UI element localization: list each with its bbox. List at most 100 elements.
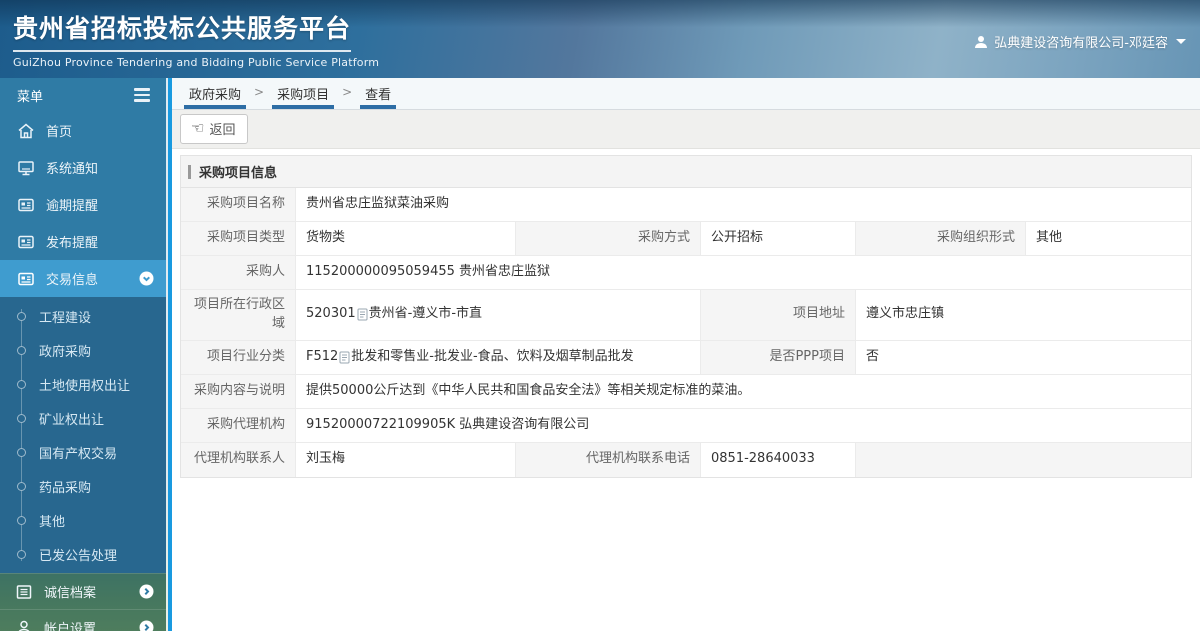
card-icon bbox=[17, 233, 35, 251]
app-header: 贵州省招标投标公共服务平台 GuiZhou Province Tendering… bbox=[0, 0, 1200, 78]
sidebar-item-overdue-reminder[interactable]: 逾期提醒 bbox=[0, 186, 166, 223]
table-row: 采购内容与说明 提供50000公斤达到《中华人民共和国食品安全法》等相关规定标准… bbox=[181, 374, 1191, 409]
field-value-industry-category: F512 批发和零售业-批发业-食品、饮料及烟草制品批发 bbox=[296, 340, 701, 374]
menu-title: 菜单 bbox=[17, 89, 44, 105]
user-icon bbox=[974, 35, 988, 49]
submenu-label: 其他 bbox=[39, 514, 66, 530]
field-label-project-address: 项目地址 bbox=[701, 290, 856, 340]
user-menu[interactable]: 弘典建设咨询有限公司-邓廷容 bbox=[974, 32, 1186, 51]
back-button-label: 返回 bbox=[209, 122, 236, 137]
breadcrumb: 政府采购 > 采购项目 > 查看 bbox=[172, 78, 1200, 110]
sidebar-item-transaction-info[interactable]: 交易信息 bbox=[0, 260, 166, 297]
table-row: 采购人 115200000095059455 贵州省忠庄监狱 bbox=[181, 256, 1191, 290]
field-label-purchaser: 采购人 bbox=[181, 256, 296, 289]
sidebar-item-label: 交易信息 bbox=[46, 273, 99, 288]
table-row: 项目行业分类 F512 批发和零售业-批发业-食品、饮料及烟草制品批发 是否PP… bbox=[181, 340, 1191, 375]
field-label-organization-form: 采购组织形式 bbox=[856, 222, 1026, 255]
submenu-item-mining-rights[interactable]: 矿业权出让 bbox=[0, 401, 166, 435]
submenu-label: 土地使用权出让 bbox=[39, 378, 131, 394]
field-value-content-description: 提供50000公斤达到《中华人民共和国食品安全法》等相关规定标准的菜油。 bbox=[296, 374, 1191, 408]
sidebar-item-label: 首页 bbox=[46, 125, 73, 140]
sidebar-item-notifications[interactable]: 系统通知 bbox=[0, 149, 166, 186]
sidebar-item-home[interactable]: 首页 bbox=[0, 112, 166, 149]
submenu-label: 药品采购 bbox=[39, 480, 92, 496]
submenu-item-published-notices[interactable]: 已发公告处理 bbox=[0, 537, 166, 571]
sidebar-item-publish-reminder[interactable]: 发布提醒 bbox=[0, 223, 166, 260]
sidebar-item-label: 系统通知 bbox=[46, 162, 99, 177]
sidebar: 菜单 首页 系统通知 逾期提醒 发布提醒 交易信息 工程建设 政府采购 土地使用… bbox=[0, 78, 168, 631]
monitor-icon bbox=[17, 159, 35, 177]
breadcrumb-gov-procurement[interactable]: 政府采购 bbox=[180, 78, 250, 109]
industry-code: F512 bbox=[306, 348, 339, 364]
field-value-project-name: 贵州省忠庄监狱菜油采购 bbox=[296, 188, 1191, 221]
submenu-item-drug-procurement[interactable]: 药品采购 bbox=[0, 469, 166, 503]
field-label-project-name: 采购项目名称 bbox=[181, 188, 296, 221]
table-row: 代理机构联系人 刘玉梅 代理机构联系电话 0851-28640033 bbox=[181, 442, 1191, 477]
sidebar-item-label: 逾期提醒 bbox=[46, 199, 99, 214]
field-value-organization-form: 其他 bbox=[1026, 222, 1191, 255]
table-row: 采购项目名称 贵州省忠庄监狱菜油采购 bbox=[181, 188, 1191, 222]
sidebar-item-label: 帐户设置 bbox=[44, 622, 97, 631]
submenu-label: 已发公告处理 bbox=[39, 548, 118, 564]
toolbar: ☜ 返回 bbox=[172, 110, 1200, 149]
submenu-item-land-use[interactable]: 土地使用权出让 bbox=[0, 367, 166, 401]
field-value-ppp-project: 否 bbox=[856, 340, 1191, 374]
submenu-label: 工程建设 bbox=[39, 310, 92, 326]
field-label-procurement-method: 采购方式 bbox=[516, 222, 701, 255]
page-title: 贵州省招标投标公共服务平台 bbox=[13, 9, 352, 52]
breadcrumb-separator: > bbox=[254, 85, 265, 99]
brand-block: 贵州省招标投标公共服务平台 GuiZhou Province Tendering… bbox=[13, 9, 379, 69]
field-label-admin-region: 项目所在行政区域 bbox=[181, 290, 296, 340]
table-row: 采购代理机构 91520000722109905K 弘典建设咨询有限公司 bbox=[181, 408, 1191, 443]
field-label-content-description: 采购内容与说明 bbox=[181, 374, 296, 408]
field-value-procurement-method: 公开招标 bbox=[701, 222, 856, 255]
archive-icon bbox=[15, 583, 33, 601]
chevron-right-circle-icon bbox=[139, 584, 154, 599]
submenu-label: 国有产权交易 bbox=[39, 446, 118, 462]
breadcrumb-view[interactable]: 查看 bbox=[356, 78, 400, 109]
hamburger-icon[interactable] bbox=[132, 86, 152, 104]
back-button[interactable]: ☜ 返回 bbox=[180, 114, 249, 144]
content-area: 采购项目信息 采购项目名称 贵州省忠庄监狱菜油采购 采购项目类型 货物类 采购方… bbox=[172, 149, 1200, 631]
sidebar-item-label: 发布提醒 bbox=[46, 236, 99, 251]
page-subtitle: GuiZhou Province Tendering and Bidding P… bbox=[13, 56, 380, 69]
sidebar-item-account-settings[interactable]: 帐户设置 bbox=[0, 609, 166, 631]
sidebar-item-label: 诚信档案 bbox=[44, 586, 97, 601]
procurement-info-panel: 采购项目信息 采购项目名称 贵州省忠庄监狱菜油采购 采购项目类型 货物类 采购方… bbox=[180, 155, 1192, 478]
section-title: 采购项目信息 bbox=[199, 166, 278, 181]
submenu-item-other[interactable]: 其他 bbox=[0, 503, 166, 537]
user-settings-icon bbox=[15, 619, 33, 631]
submenu-label: 矿业权出让 bbox=[39, 412, 105, 428]
submenu-item-engineering[interactable]: 工程建设 bbox=[0, 299, 166, 333]
region-code: 520301 bbox=[306, 306, 356, 322]
field-value-project-address: 遵义市忠庄镇 bbox=[856, 290, 1191, 340]
field-value-admin-region: 520301 贵州省-遵义市-市直 bbox=[296, 290, 701, 340]
field-value-agency-phone: 0851-28640033 bbox=[701, 442, 856, 477]
chevron-down-circle-icon bbox=[139, 271, 154, 286]
sidebar-menu-header: 菜单 bbox=[0, 78, 166, 112]
submenu-item-state-assets[interactable]: 国有产权交易 bbox=[0, 435, 166, 469]
breadcrumb-procurement-project[interactable]: 采购项目 bbox=[268, 78, 338, 109]
user-name: 弘典建设咨询有限公司-邓廷容 bbox=[994, 36, 1168, 51]
industry-name: 批发和零售业-批发业-食品、饮料及烟草制品批发 bbox=[351, 348, 634, 364]
field-value-purchaser: 115200000095059455 贵州省忠庄监狱 bbox=[296, 256, 1191, 289]
table-row: 项目所在行政区域 520301 贵州省-遵义市-市直 项目地址 遵义市忠庄镇 bbox=[181, 290, 1191, 341]
field-label-agency-contact: 代理机构联系人 bbox=[181, 442, 296, 477]
transaction-submenu: 工程建设 政府采购 土地使用权出让 矿业权出让 国有产权交易 药品采购 其他 已… bbox=[0, 297, 166, 573]
field-value-project-type: 货物类 bbox=[296, 222, 516, 255]
field-label-agency: 采购代理机构 bbox=[181, 408, 296, 442]
region-name: 贵州省-遵义市-市直 bbox=[368, 306, 483, 322]
breadcrumb-label: 政府采购 bbox=[189, 88, 242, 103]
field-value-agency: 91520000722109905K 弘典建设咨询有限公司 bbox=[296, 408, 1191, 442]
chevron-down-icon bbox=[1176, 39, 1186, 44]
table-row: 采购项目类型 货物类 采购方式 公开招标 采购组织形式 其他 bbox=[181, 222, 1191, 256]
back-hand-icon: ☜ bbox=[191, 120, 205, 137]
submenu-label: 政府采购 bbox=[39, 344, 92, 360]
field-label-ppp-project: 是否PPP项目 bbox=[701, 340, 856, 374]
sidebar-item-credit-archive[interactable]: 诚信档案 bbox=[0, 573, 166, 609]
field-value-agency-contact: 刘玉梅 bbox=[296, 442, 516, 477]
submenu-item-gov-procurement[interactable]: 政府采购 bbox=[0, 333, 166, 367]
breadcrumb-label: 查看 bbox=[365, 88, 392, 103]
document-icon bbox=[339, 351, 350, 364]
section-header: 采购项目信息 bbox=[181, 156, 1191, 188]
